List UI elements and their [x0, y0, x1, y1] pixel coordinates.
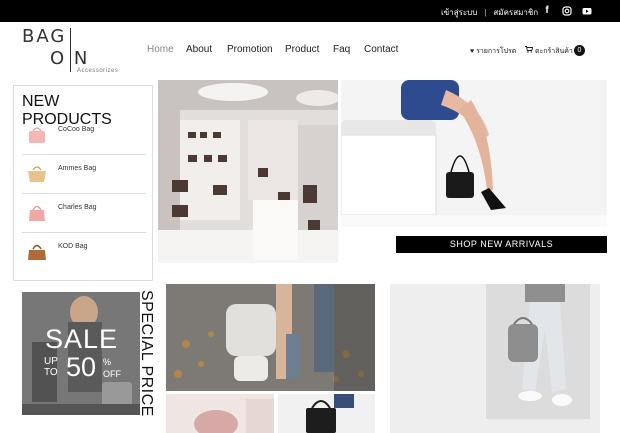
black-bag-image[interactable]	[278, 394, 375, 433]
logo-line2: O N	[50, 48, 90, 69]
new-products-panel: NEW PRODUCTS CoCoo Bag Ammes Bag Charles…	[13, 85, 153, 281]
nav-home[interactable]: Home	[147, 44, 174, 55]
nav-faq[interactable]: Faq	[333, 44, 350, 55]
product-item[interactable]: KOD Bag	[22, 234, 146, 272]
wishlist-label: รายการโปรด	[476, 48, 517, 55]
wishlist-link[interactable]: ♥ รายการโปรด	[470, 46, 516, 57]
bag-thumbnail	[29, 127, 45, 143]
separator: |	[484, 8, 487, 17]
product-name: KOD Bag	[58, 243, 88, 250]
nav-about[interactable]: About	[186, 44, 212, 55]
instagram-icon[interactable]	[560, 4, 574, 18]
sale-banner[interactable]: SALE UP TO 50 % OFF	[22, 292, 140, 415]
product-name: CoCoo Bag	[58, 126, 95, 133]
youtube-icon[interactable]	[580, 4, 594, 18]
sale-percent-sign: % OFF	[103, 356, 121, 380]
nav-promotion[interactable]: Promotion	[227, 44, 273, 55]
cart-link[interactable]: ตะกร้าสินค้า	[525, 46, 573, 57]
sale-percent: 50	[66, 352, 97, 382]
special-price-label: SPECIAL PRICE	[137, 290, 157, 418]
shop-new-arrivals-button[interactable]: SHOP NEW ARRIVALS	[396, 236, 607, 253]
register-link[interactable]: สมัครสมาชิก	[493, 6, 538, 19]
cart-icon	[525, 46, 535, 55]
account-links: เข้าสู่ระบบ | สมัครสมาชิก	[441, 6, 538, 19]
bag-thumbnail	[29, 205, 45, 221]
banner-image[interactable]	[341, 80, 607, 227]
nav-product[interactable]: Product	[285, 44, 319, 55]
grey-backpack-image[interactable]	[390, 284, 600, 433]
nav-contact[interactable]: Contact	[364, 44, 398, 55]
site-logo[interactable]: BAG O N Accessorizes	[22, 26, 132, 76]
sale-upto: UP TO	[44, 356, 58, 378]
cart-count-badge: 0	[574, 45, 585, 56]
pink-bag-image[interactable]	[166, 394, 274, 433]
heart-icon: ♥	[470, 48, 475, 55]
bag-thumbnail	[28, 244, 46, 260]
product-item[interactable]: Ammes Bag	[22, 156, 146, 194]
logo-line1: BAG	[22, 26, 67, 47]
percent-sign: %	[103, 357, 112, 367]
product-item[interactable]: CoCoo Bag	[22, 117, 146, 155]
store-interior-image[interactable]	[158, 80, 338, 263]
product-name: Ammes Bag	[58, 165, 97, 172]
top-bar: เข้าสู่ระบบ | สมัครสมาชิก f	[0, 0, 620, 22]
product-item[interactable]: Charles Bag	[22, 195, 146, 233]
sale-title: SALE	[45, 324, 119, 354]
login-link[interactable]: เข้าสู่ระบบ	[441, 6, 477, 19]
backpack-street-image[interactable]	[166, 284, 375, 391]
logo-tagline: Accessorizes	[77, 68, 119, 74]
special-price-text: SPECIAL PRICE	[138, 290, 155, 417]
product-name: Charles Bag	[58, 204, 97, 211]
off-label: OFF	[103, 369, 121, 379]
facebook-icon[interactable]: f	[540, 4, 554, 18]
bag-thumbnail	[28, 166, 46, 182]
cart-label: ตะกร้าสินค้า	[534, 48, 573, 55]
